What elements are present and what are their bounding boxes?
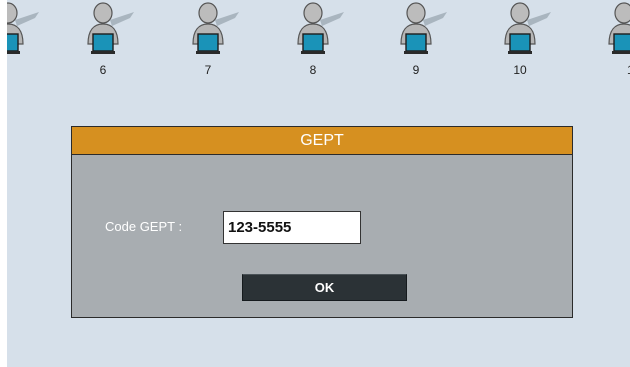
person-at-computer-icon bbox=[400, 2, 447, 54]
workstation-label: 10 bbox=[513, 63, 527, 77]
dialog-title: GEPT bbox=[72, 127, 572, 155]
code-gept-input[interactable] bbox=[223, 211, 361, 244]
ok-button[interactable]: OK bbox=[242, 274, 407, 301]
workstation[interactable]: 6 bbox=[80, 0, 138, 84]
workstation[interactable]: 8 bbox=[290, 0, 348, 84]
workstation-label: 8 bbox=[309, 63, 317, 77]
workstation[interactable]: 9 bbox=[393, 0, 451, 84]
workstation[interactable]: 1 bbox=[601, 0, 630, 84]
workstation-label: 7 bbox=[204, 63, 212, 77]
person-at-computer-icon bbox=[504, 2, 551, 54]
workstation-label: 6 bbox=[99, 63, 107, 77]
gept-dialog: GEPT Code GEPT : OK bbox=[71, 126, 573, 318]
person-at-computer-icon bbox=[608, 2, 630, 54]
person-at-computer-icon bbox=[192, 2, 239, 54]
workstation[interactable]: 10 bbox=[497, 0, 555, 84]
person-at-computer-icon bbox=[87, 2, 134, 54]
workstation[interactable] bbox=[7, 0, 43, 84]
workstation-label: 9 bbox=[412, 63, 420, 77]
person-at-computer-icon bbox=[297, 2, 344, 54]
person-at-computer-icon bbox=[7, 2, 39, 54]
code-gept-label: Code GEPT : bbox=[105, 219, 183, 234]
workstation[interactable]: 7 bbox=[185, 0, 243, 84]
